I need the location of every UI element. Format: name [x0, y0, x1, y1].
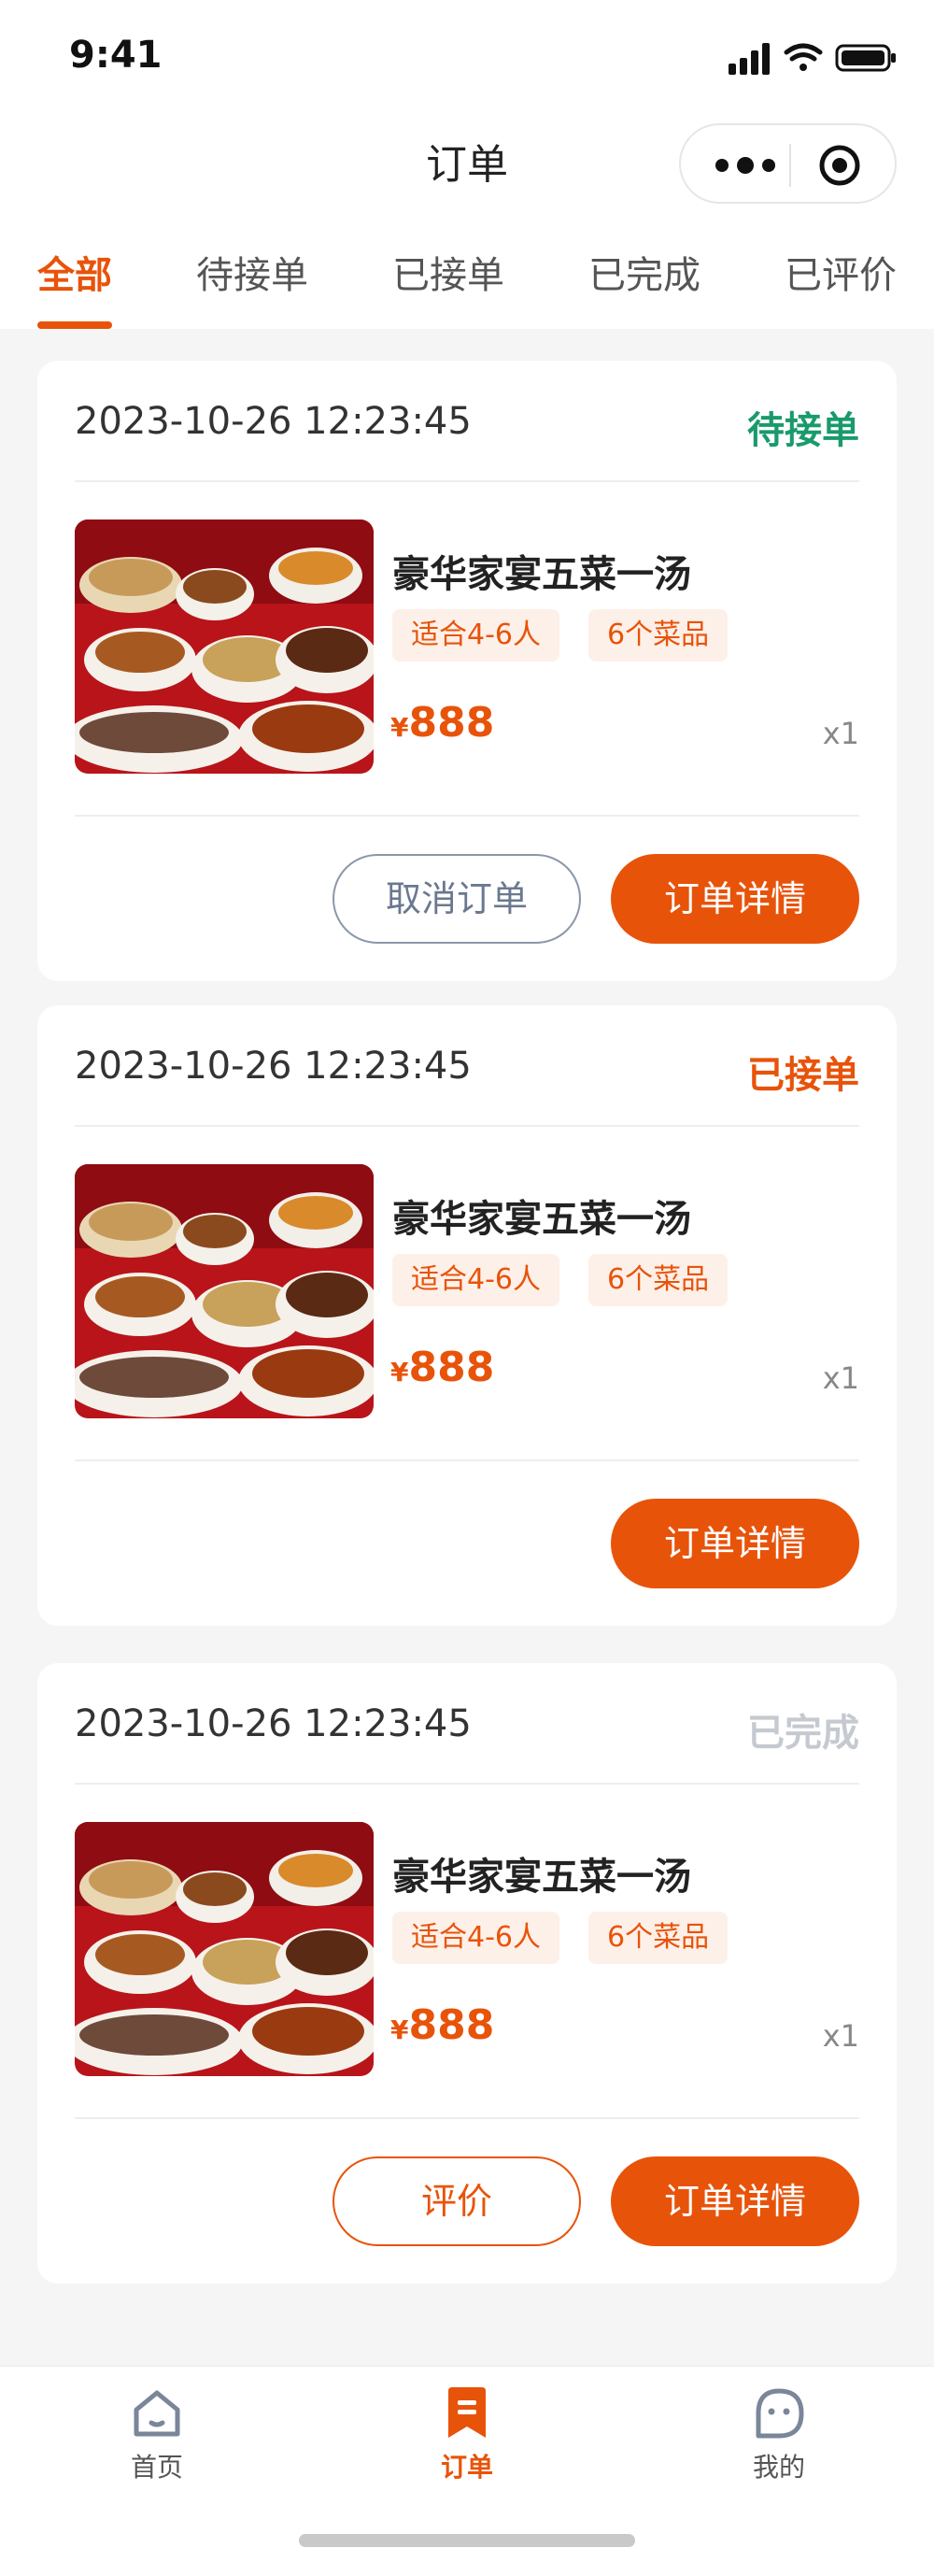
divider	[75, 1125, 859, 1127]
tabbar-label: 首页	[130, 2452, 183, 2483]
currency-symbol: ¥	[390, 712, 409, 743]
order-time: 2023-10-26 12:23:45	[75, 400, 472, 443]
currency-symbol: ¥	[390, 1357, 409, 1388]
tab-all[interactable]: 全部	[37, 245, 112, 329]
tag-servings: 适合4-6人	[392, 609, 559, 662]
tab-accepted[interactable]: 已接单	[392, 245, 504, 329]
divider	[75, 1459, 859, 1461]
dish-name: 豪华家宴五菜一汤	[392, 1198, 691, 1241]
order-status: 已完成	[747, 1712, 859, 1755]
dish-image[interactable]	[75, 519, 374, 774]
tabbar-label: 订单	[440, 2452, 493, 2483]
divider	[75, 1783, 859, 1785]
tabbar-item-profile[interactable]: 我的	[723, 2385, 835, 2498]
profile-face-icon	[756, 2388, 804, 2439]
price-value: 888	[408, 1344, 495, 1391]
more-dots-icon[interactable]	[713, 151, 778, 179]
price: ¥888	[390, 699, 494, 747]
tag-dish-count: 6个菜品	[588, 1912, 729, 1964]
tab-completed[interactable]: 已完成	[588, 245, 700, 329]
status-icons	[729, 43, 896, 75]
dish-name: 豪华家宴五菜一汤	[392, 553, 691, 596]
status-bar: 9:41	[0, 0, 934, 112]
divider	[75, 815, 859, 817]
order-time: 2023-10-26 12:23:45	[75, 1045, 472, 1088]
tag-dish-count: 6个菜品	[588, 1254, 729, 1306]
price-value: 888	[408, 699, 495, 747]
dish-name: 豪华家宴五菜一汤	[392, 1856, 691, 1899]
tag-dish-count: 6个菜品	[588, 609, 729, 662]
active-tab-indicator	[37, 321, 112, 329]
order-bookmark-icon	[448, 2387, 486, 2438]
home-indicator	[299, 2534, 635, 2547]
capsule-divider	[789, 144, 791, 187]
divider	[75, 2117, 859, 2119]
order-card: 2023-10-26 12:23:45 已完成 豪华家宴五菜一汤 适合4-6人 …	[37, 1663, 897, 2284]
signal-icon	[729, 43, 770, 75]
divider	[75, 480, 859, 482]
quantity: x1	[822, 1360, 859, 1396]
mini-program-capsule	[679, 123, 897, 204]
order-card: 2023-10-26 12:23:45 待接单 豪华家宴五菜一汤 适合4-6人 …	[37, 361, 897, 981]
target-circle-icon[interactable]	[819, 145, 860, 186]
tabbar-item-home[interactable]: 首页	[101, 2385, 213, 2498]
quantity: x1	[822, 716, 859, 751]
order-details-button[interactable]: 订单详情	[611, 854, 859, 944]
tab-reviewed[interactable]: 已评价	[785, 245, 897, 329]
wifi-icon	[784, 43, 823, 71]
order-status: 已接单	[747, 1054, 859, 1097]
dish-image[interactable]	[75, 1164, 374, 1418]
currency-symbol: ¥	[390, 2014, 409, 2045]
order-card: 2023-10-26 12:23:45 已接单 豪华家宴五菜一汤 适合4-6人 …	[37, 1005, 897, 1626]
dish-image[interactable]	[75, 1822, 374, 2076]
tabbar-label: 我的	[752, 2452, 805, 2483]
order-time: 2023-10-26 12:23:45	[75, 1702, 472, 1745]
header: 9:41 订单 全部 待接单 已接单 已完成 已评价	[0, 0, 934, 329]
order-status: 待接单	[747, 409, 859, 452]
tag-servings: 适合4-6人	[392, 1254, 559, 1306]
battery-icon	[835, 44, 896, 72]
tag-servings: 适合4-6人	[392, 1912, 559, 1964]
tabbar-item-orders[interactable]: 订单	[411, 2385, 523, 2498]
quantity: x1	[822, 2018, 859, 2054]
cancel-order-button[interactable]: 取消订单	[333, 854, 581, 944]
order-details-button[interactable]: 订单详情	[611, 1499, 859, 1588]
price-value: 888	[408, 2001, 495, 2049]
price: ¥888	[390, 2001, 494, 2049]
price: ¥888	[390, 1344, 494, 1391]
status-time: 9:41	[69, 34, 163, 77]
review-button[interactable]: 评价	[333, 2156, 581, 2246]
home-icon	[134, 2390, 180, 2437]
order-status-tabs: 全部 待接单 已接单 已完成 已评价	[0, 245, 934, 329]
order-details-button[interactable]: 订单详情	[611, 2156, 859, 2246]
tab-pending[interactable]: 待接单	[196, 245, 308, 329]
